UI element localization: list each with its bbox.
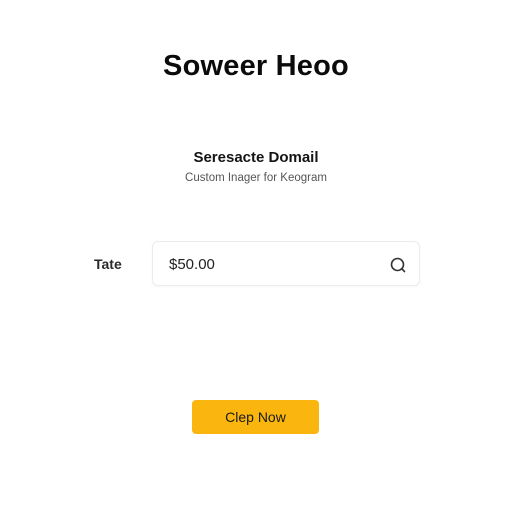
amount-field[interactable]: $50.00 [152, 241, 420, 286]
section-heading: Seresacte Domail [193, 149, 319, 166]
amount-value[interactable]: $50.00 [169, 256, 215, 273]
page-title: Soweer Heoo [163, 50, 349, 82]
clep-now-button[interactable]: Clep Now [192, 400, 319, 434]
section-subheading: Custom Inager for Keogram [185, 172, 327, 184]
field-label: Tate [94, 256, 122, 272]
search-icon[interactable] [389, 256, 407, 274]
